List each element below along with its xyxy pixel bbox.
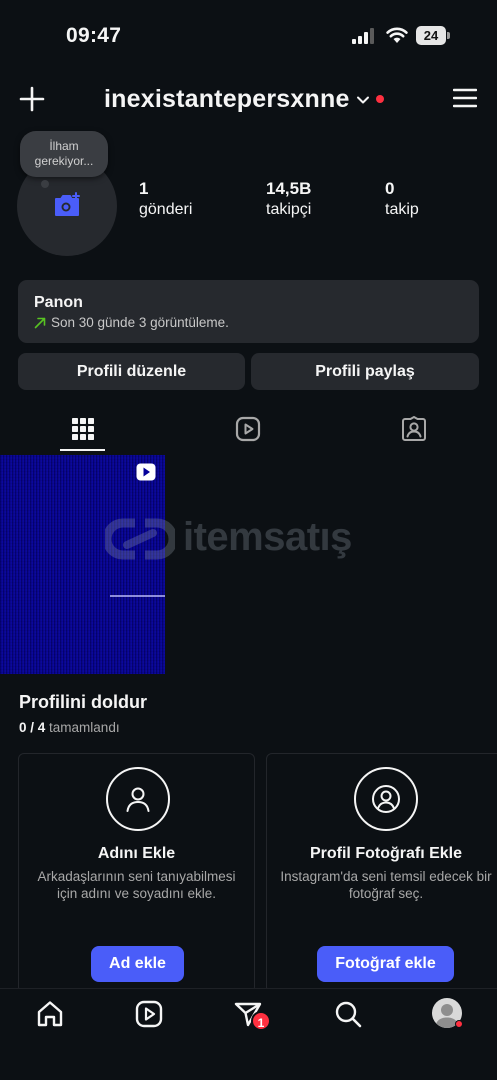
notification-dot (375, 95, 384, 103)
stat-following-label: takip (385, 201, 419, 218)
person-icon (126, 787, 150, 812)
note-bubble[interactable]: İlham gerekiyor... (20, 131, 108, 177)
profile-header: inexistantepersxnne (0, 76, 497, 122)
professional-dashboard[interactable]: Panon Son 30 günde 3 görüntüleme. (18, 280, 479, 343)
stat-posts-label: gönderi (139, 201, 193, 218)
progress-count: 0 / 4 (19, 720, 46, 735)
add-photo-camera-icon (55, 192, 80, 216)
profile-photo-icon (372, 785, 400, 813)
add-name-title: Adını Ekle (97, 845, 176, 862)
dashboard-subtitle-text: Son 30 günde 3 görüntüleme. (51, 315, 229, 330)
stat-posts[interactable]: 1 gönderi (139, 178, 192, 220)
progress-label: tamamlandı (49, 720, 120, 735)
complete-profile-progress: 0 / 4 tamamlandı (19, 720, 120, 735)
tab-reels[interactable] (205, 403, 290, 455)
username: inexistantepersxnne (104, 84, 350, 113)
post-thumbnail[interactable] (0, 455, 165, 674)
status-time: 09:47 (66, 24, 122, 47)
active-tab-indicator (60, 449, 105, 451)
account-switcher[interactable]: inexistantepersxnne (104, 84, 384, 114)
watermark-text: itemsatış (183, 515, 352, 559)
stat-posts-value: 1 (139, 179, 149, 198)
menu-icon[interactable] (453, 87, 477, 109)
tab-tagged[interactable] (371, 403, 456, 455)
trend-up-arrow-icon (34, 317, 46, 328)
add-name-card: Adını Ekle Arkadaşlarının seni tanıyabil… (18, 753, 255, 993)
reel-badge-icon (136, 463, 156, 481)
grid-icon (71, 418, 94, 440)
stat-followers-label: takipçi (266, 201, 312, 218)
note-text-line2: gerekiyor... (34, 154, 94, 168)
profile-photo-icon-circle (354, 767, 418, 831)
battery-icon: 24 (416, 26, 450, 45)
stat-followers[interactable]: 14,5B takipçi (266, 178, 311, 220)
edit-profile-button[interactable]: Profili düzenle (18, 353, 245, 390)
create-plus-icon[interactable] (18, 85, 46, 113)
dashboard-subtitle: Son 30 günde 3 görüntüleme. (34, 315, 229, 330)
add-name-button[interactable]: Ad ekle (91, 946, 184, 982)
add-photo-card: Profil Fotoğrafı Ekle Instagram'da seni … (266, 753, 497, 993)
cellular-signal-icon (352, 28, 374, 44)
wifi-icon (386, 27, 408, 43)
tab-posts-grid[interactable] (40, 403, 125, 455)
stat-following[interactable]: 0 takip (385, 178, 419, 220)
tagged-person-icon (401, 416, 426, 441)
reels-icon (235, 416, 260, 442)
battery-level: 24 (416, 26, 446, 45)
dashboard-title: Panon (34, 294, 83, 311)
add-name-description: Arkadaşlarının seni tanıyabilmesi için a… (37, 869, 236, 901)
bottom-navigation (0, 988, 497, 1080)
reels-nav-icon[interactable] (134, 999, 164, 1029)
add-photo-title: Profil Fotoğrafı Ekle (309, 845, 462, 862)
profile-tabs (0, 403, 497, 455)
home-icon[interactable] (35, 999, 65, 1029)
stat-followers-value: 14,5B (266, 179, 312, 198)
note-text-line1: İlham (49, 139, 79, 153)
profile-notification-dot (455, 1020, 463, 1028)
search-icon[interactable] (333, 999, 363, 1029)
status-bar: 09:47 24 (0, 0, 497, 70)
person-icon-circle (106, 767, 170, 831)
chevron-down-icon (356, 96, 369, 104)
share-profile-button[interactable]: Profili paylaş (251, 353, 479, 390)
complete-profile-title: Profilini doldur (19, 692, 147, 712)
add-photo-button[interactable]: Fotoğraf ekle (317, 946, 454, 982)
messages-badge: 1 (251, 1011, 271, 1031)
add-photo-description: Instagram'da seni temsil edecek bir foto… (280, 869, 492, 901)
stat-following-value: 0 (385, 179, 395, 198)
